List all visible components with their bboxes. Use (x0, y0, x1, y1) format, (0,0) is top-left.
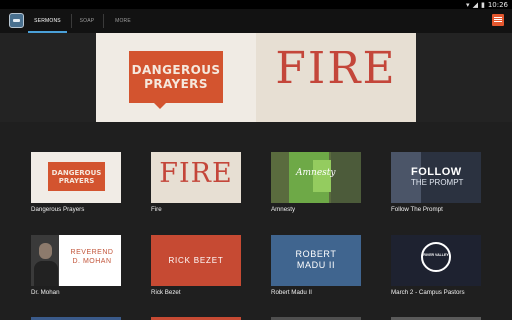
thumbnail-line1: REVEREND (70, 249, 114, 256)
grid-item-label[interactable]: Robert Madu II (271, 289, 381, 296)
thumbnail-line2: MADU II (296, 260, 336, 270)
grid-item-dr-mohan[interactable]: REVEREND D. MOHAN Dr. Mohan (31, 235, 121, 296)
grid-item-robert-madu[interactable]: ROBERT MADU II Robert Madu II (271, 235, 361, 296)
grid-item-rick-bezet[interactable]: RICK BEZET Rick Bezet (151, 235, 241, 296)
grid-item-label[interactable]: Follow The Prompt (391, 206, 501, 213)
grid-item-label[interactable]: Dangerous Prayers (31, 206, 141, 213)
dangerous-prayers-logo: DANGEROUS PRAYERS (129, 51, 223, 103)
thumbnail-line1: ROBERT (295, 249, 337, 259)
thumbnail-title: Amnesty (296, 168, 336, 178)
thumbnail-title: RIVER VALLEY (423, 253, 449, 257)
battery-icon: ▮ (480, 1, 485, 9)
thumbnail-line2: D. MOHAN (72, 258, 112, 265)
thumbnail[interactable]: REVEREND D. MOHAN (31, 235, 121, 286)
grid-item-label[interactable]: Amnesty (271, 206, 381, 213)
thumbnail-title: FIRE (159, 158, 233, 189)
grid-item-dangerous-prayers[interactable]: DANGEROUS PRAYERS Dangerous Prayers (31, 152, 121, 213)
status-time: 10:26 (487, 0, 508, 9)
thumbnail[interactable]: FIRE (151, 152, 241, 203)
thumbnail-title: RICK BEZET (168, 256, 224, 265)
hero-banner[interactable]: DANGEROUS PRAYERS FIRE (96, 33, 416, 122)
grid-item-amnesty[interactable]: Amnesty Amnesty (271, 152, 361, 213)
hero-left-line2: PRAYERS (144, 77, 208, 91)
grid-item-fire[interactable]: FIRE Fire (151, 152, 241, 213)
thumbnail[interactable]: RICK BEZET (151, 235, 241, 286)
grid-item-label[interactable]: Dr. Mohan (31, 289, 141, 296)
speaker-head (39, 243, 52, 259)
speaker-photo (31, 235, 59, 286)
speaker-shoulders (34, 261, 58, 286)
tab-sermons[interactable]: SERMONS (28, 9, 67, 33)
thumbnail-text: REVEREND D. MOHAN (63, 248, 121, 266)
thumbnail[interactable]: RIVER VALLEY (391, 235, 481, 286)
thumbnail-line1: DANGEROUS (51, 168, 102, 177)
thumbnail-text: ROBERT MADU II (271, 249, 361, 271)
cast-icon[interactable] (492, 14, 504, 26)
signal-icon: ◢ (472, 1, 478, 9)
tab-more[interactable]: MORE (104, 9, 142, 33)
grid-item-label[interactable]: Rick Bezet (151, 289, 261, 296)
thumbnail[interactable]: DANGEROUS PRAYERS (31, 152, 121, 203)
hero-fire[interactable]: FIRE (256, 33, 416, 122)
thumbnail-line1: FOLLOW (411, 166, 462, 178)
app-logo-icon[interactable] (9, 13, 24, 28)
grid-item-follow-the-prompt[interactable]: FOLLOW THE PROMPT Follow The Prompt (391, 152, 481, 213)
thumbnail[interactable]: FOLLOW THE PROMPT (391, 152, 481, 203)
thumbnail[interactable]: ROBERT MADU II (271, 235, 361, 286)
speech-bubble-tail (154, 103, 166, 109)
thumbnail-logo: DANGEROUS PRAYERS (48, 162, 105, 191)
wifi-icon: ▾ (466, 1, 470, 9)
thumbnail[interactable]: Amnesty (271, 152, 361, 203)
thumbnail-shape (331, 152, 361, 203)
grid-item-label[interactable]: March 2 - Campus Pastors (391, 289, 501, 296)
thumbnail-line2: THE PROMPT (411, 178, 464, 187)
grid-item-campus-pastors[interactable]: RIVER VALLEY March 2 - Campus Pastors (391, 235, 481, 296)
status-bar: ▾ ◢ ▮ 10:26 (0, 0, 512, 9)
status-icons: ▾ ◢ ▮ 10:26 (466, 0, 508, 9)
hero-fire-title: FIRE (275, 43, 397, 94)
tab-soap[interactable]: SOAP (72, 9, 102, 33)
grid-item-label[interactable]: Fire (151, 206, 261, 213)
app-bar: SERMONS SOAP MORE (0, 9, 512, 33)
river-valley-logo (421, 242, 451, 272)
hero-dangerous-prayers[interactable]: DANGEROUS PRAYERS (96, 33, 256, 122)
hero-left-line1: DANGEROUS (131, 63, 221, 77)
thumbnail-line2: PRAYERS (58, 176, 95, 185)
